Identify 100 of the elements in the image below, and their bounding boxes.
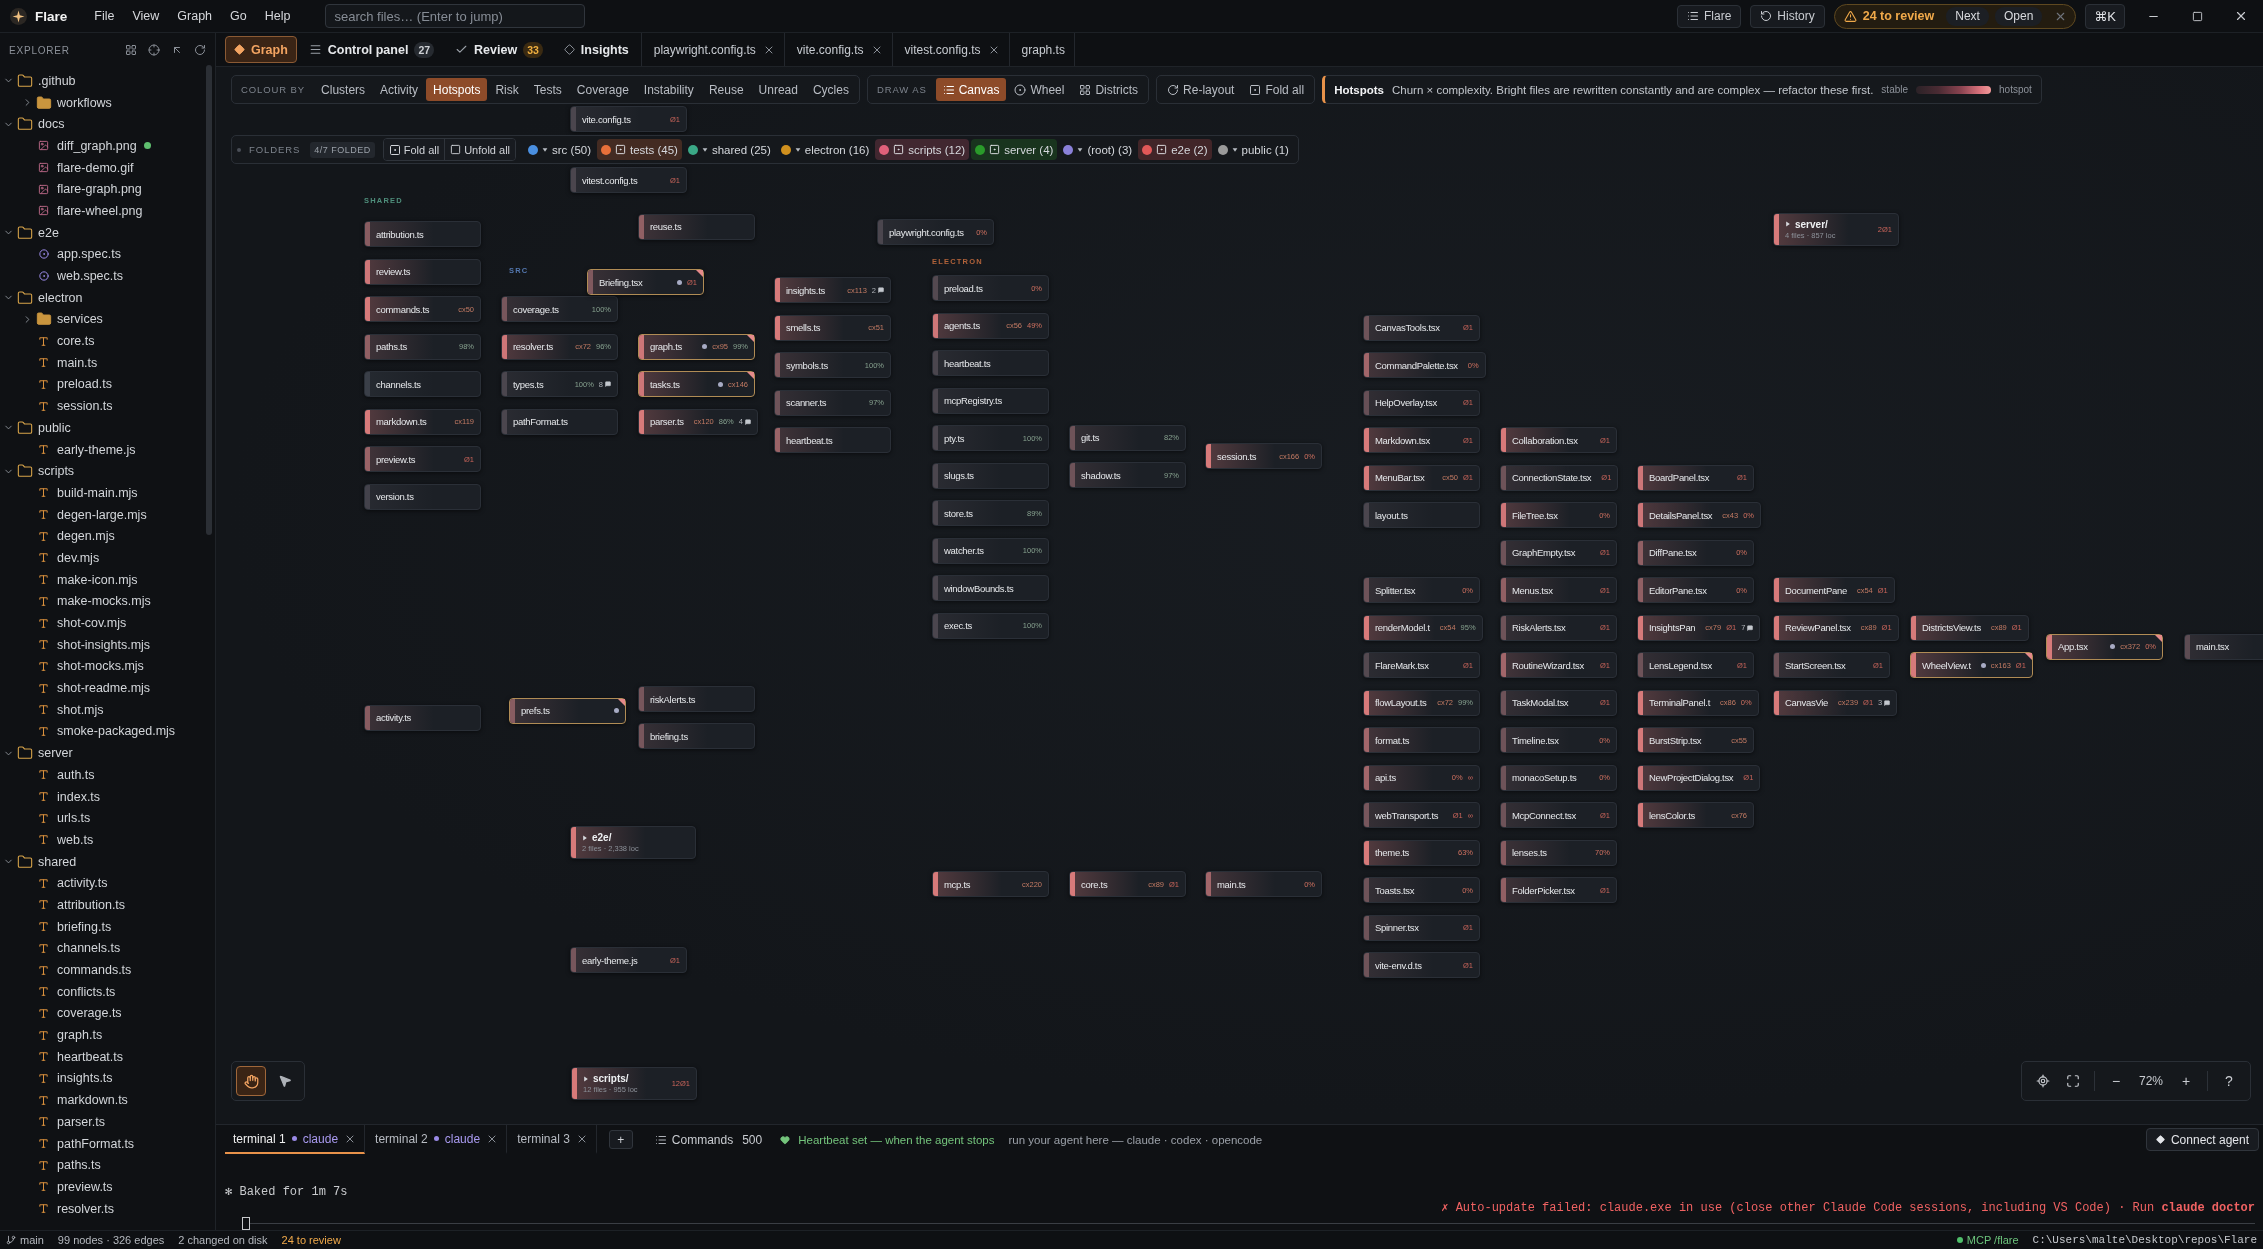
folder-chip[interactable]: shared (25) xyxy=(683,139,775,160)
tree-entry[interactable]: auth.ts xyxy=(0,764,215,786)
folder-chip[interactable]: server (4) xyxy=(971,139,1058,160)
file-node[interactable]: activity.ts xyxy=(364,704,481,731)
fold-button[interactable]: Fold all xyxy=(383,139,445,160)
view-tab[interactable]: Control panel 27 xyxy=(299,36,444,63)
file-node[interactable]: windowBounds.ts xyxy=(932,575,1049,602)
tree-entry[interactable]: insights.ts xyxy=(0,1067,215,1090)
colour-option[interactable]: Risk xyxy=(488,78,526,101)
branch-name[interactable]: main xyxy=(20,1234,44,1246)
folder-item[interactable]: shared xyxy=(0,850,215,873)
tree-entry[interactable]: heartbeat.ts xyxy=(0,1045,215,1068)
draw-option[interactable]: Canvas xyxy=(935,78,1007,101)
tree-entry[interactable]: paths.ts xyxy=(0,1154,215,1177)
folder-chip[interactable]: e2e (2) xyxy=(1138,139,1212,160)
arrow-up-left-icon[interactable] xyxy=(171,44,183,56)
tree-entry[interactable]: session.ts xyxy=(0,395,215,417)
tree-entry[interactable]: early-theme.js xyxy=(0,438,215,461)
search-field[interactable]: search files… (Enter to jump) xyxy=(325,4,586,28)
colour-option[interactable]: Tests xyxy=(526,78,569,101)
folder-item[interactable]: services xyxy=(0,308,215,331)
file-node[interactable]: riskAlerts.ts xyxy=(638,686,755,712)
file-tab[interactable]: vitest.config.ts xyxy=(891,33,1009,66)
tree-entry[interactable]: diff_graph.png xyxy=(0,135,215,157)
tree-entry[interactable]: make-mocks.mjs xyxy=(0,590,215,613)
tree-entry[interactable]: main.ts xyxy=(0,351,215,374)
commands-button[interactable]: Commands 500 xyxy=(648,1128,769,1151)
layout-action-button[interactable]: Re-layout xyxy=(1160,78,1242,101)
tree-entry[interactable]: activity.ts xyxy=(0,872,215,895)
folder-item[interactable]: scripts xyxy=(0,460,215,483)
folder-chip[interactable]: scripts (12) xyxy=(875,139,970,160)
new-terminal-button[interactable]: + xyxy=(608,1130,633,1149)
tree-entry[interactable]: briefing.ts xyxy=(0,915,215,938)
tree-entry[interactable]: web.spec.ts xyxy=(0,265,215,287)
folder-item[interactable]: e2e xyxy=(0,221,215,244)
tree-entry[interactable]: smoke-packaged.mjs xyxy=(0,720,215,743)
file-tab[interactable]: playwright.config.ts xyxy=(640,33,784,66)
workspace-button[interactable]: Flare xyxy=(1677,4,1742,28)
tree-entry[interactable]: app.spec.ts xyxy=(0,243,215,266)
history-button[interactable]: History xyxy=(1750,4,1825,28)
file-node[interactable]: briefing.ts xyxy=(638,723,755,749)
tree-entry[interactable]: markdown.ts xyxy=(0,1089,215,1111)
refresh-icon[interactable] xyxy=(194,44,206,56)
menu-item[interactable]: Graph xyxy=(168,9,222,23)
layout-action-button[interactable]: Fold all xyxy=(1242,78,1312,101)
connect-agent-button[interactable]: Connect agent xyxy=(2145,1128,2259,1151)
tree-entry[interactable]: urls.ts xyxy=(0,807,215,830)
file-node[interactable]: attribution.ts xyxy=(364,221,481,247)
menu-item[interactable]: File xyxy=(85,9,124,23)
tree-entry[interactable]: resolver.ts xyxy=(0,1197,215,1220)
tree-entry[interactable]: coverage.ts xyxy=(0,1002,215,1025)
close-icon[interactable] xyxy=(2234,9,2248,23)
open-button[interactable]: Open xyxy=(1994,6,2043,26)
file-node[interactable]: pathFormat.ts xyxy=(501,408,618,435)
tree-entry[interactable]: commands.ts xyxy=(0,959,215,981)
tree-entry[interactable]: build-main.mjs xyxy=(0,482,215,504)
next-button[interactable]: Next xyxy=(1946,6,1989,26)
tree-entry[interactable]: parser.ts xyxy=(0,1111,215,1133)
file-node[interactable]: layout.ts xyxy=(1363,502,1480,529)
file-node[interactable]: heartbeat.ts xyxy=(932,350,1049,377)
tree-entry[interactable]: shot-insights.mjs xyxy=(0,633,215,656)
tree-entry[interactable]: conflicts.ts xyxy=(0,980,215,1003)
file-tab[interactable]: vite.config.ts xyxy=(783,33,892,66)
file-node[interactable]: reuse.ts xyxy=(638,213,755,240)
tree-entry[interactable]: index.ts xyxy=(0,785,215,808)
tree-entry[interactable]: flare-graph.png xyxy=(0,178,215,201)
tree-entry[interactable]: pathFormat.ts xyxy=(0,1132,215,1155)
file-node[interactable]: format.ts xyxy=(1363,727,1480,754)
folder-item[interactable]: .github xyxy=(0,70,215,92)
fold-button[interactable]: Unfold all xyxy=(444,139,516,160)
colour-option[interactable]: Instability xyxy=(636,78,701,101)
file-node[interactable]: channels.ts xyxy=(364,371,481,397)
tree-entry[interactable]: degen-large.mjs xyxy=(0,503,215,526)
changed-count[interactable]: 2 changed on disk xyxy=(178,1234,268,1246)
colour-option[interactable]: Hotspots xyxy=(426,78,488,101)
menu-item[interactable]: Help xyxy=(255,9,300,23)
folder-item[interactable]: server xyxy=(0,742,215,764)
tree-entry[interactable]: preview.ts xyxy=(0,1176,215,1198)
zoom-in-button[interactable]: + xyxy=(2171,1066,2201,1096)
tree-entry[interactable]: shot-readme.mjs xyxy=(0,677,215,699)
mcp-status[interactable]: MCP /flare xyxy=(1966,1234,2019,1246)
tree-entry[interactable]: flare-wheel.png xyxy=(0,200,215,222)
colour-option[interactable]: Activity xyxy=(373,78,426,101)
draw-option[interactable]: Districts xyxy=(1072,78,1146,101)
tree-entry[interactable]: make-icon.mjs xyxy=(0,568,215,591)
tree-entry[interactable]: degen.mjs xyxy=(0,525,215,548)
tree-entry[interactable]: dev.mjs xyxy=(0,547,215,569)
review-status[interactable]: 24 to review xyxy=(281,1234,341,1246)
colour-option[interactable]: Unread xyxy=(751,78,805,101)
view-tab[interactable]: Insights xyxy=(554,36,638,63)
menu-item[interactable]: View xyxy=(123,9,169,23)
folder-chip[interactable]: (root) (3) xyxy=(1059,139,1137,160)
grid-icon[interactable] xyxy=(125,44,137,56)
tree-entry[interactable]: shot.mjs xyxy=(0,698,215,721)
tree-entry[interactable]: core.ts xyxy=(0,330,215,352)
command-palette-button[interactable]: ⌘K xyxy=(2085,3,2125,29)
folder-item[interactable]: electron xyxy=(0,286,215,309)
folder-item[interactable]: public xyxy=(0,417,215,439)
folder-chip[interactable]: src (50) xyxy=(524,139,595,160)
tree-entry[interactable]: attribution.ts xyxy=(0,894,215,916)
